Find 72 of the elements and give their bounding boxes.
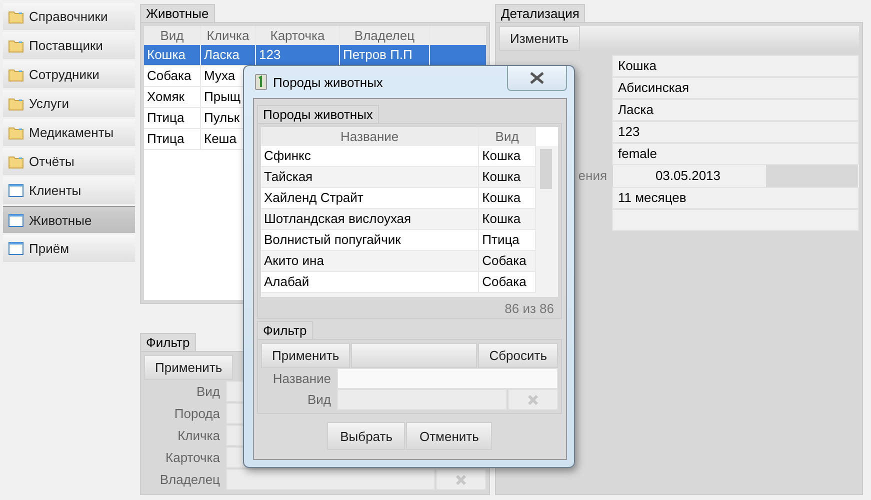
folder-icon [8,9,24,24]
app-icon [255,74,267,90]
panel-tab[interactable]: Фильтр [257,321,313,339]
edit-button[interactable]: Изменить [499,26,580,51]
folder-icon [8,38,24,53]
field-label: Карточка [164,449,221,467]
table-cell: Волнистый попугайчик [261,230,480,250]
apply-button[interactable]: Применить [261,343,350,368]
table-cell: Шотландская вислоухая [261,209,480,229]
close-button[interactable] [507,66,567,91]
field-label: Название [272,370,332,388]
table-cell: Хайленд Страйт [261,188,480,208]
panel-tab[interactable]: Породы животных [257,105,379,123]
sidebar-item[interactable]: Поставщики [3,32,135,59]
close-icon [527,394,539,406]
window-icon [8,212,24,228]
value-field[interactable]: 123 [612,121,859,143]
input-field[interactable] [337,368,558,389]
table-cell: Сфинкс [261,146,480,166]
table-cell: Птица [144,108,201,128]
scrollbar-thumb[interactable] [540,149,552,189]
field-label: Вид [306,391,332,409]
dropdown-field[interactable] [226,469,435,490]
select-button[interactable]: Выбрать [327,422,406,450]
panel-tab[interactable]: Детализация [495,4,586,22]
field-label: Кличка [176,427,221,445]
table-cell: Собака [144,66,201,86]
folder-icon [8,154,24,169]
table-cell: Кошка [144,45,201,65]
sidebar-item[interactable]: Медикаменты [3,119,135,146]
table-row[interactable]: Кошка Ласка 123 Петров П.П [144,45,486,66]
scrollbar[interactable] [536,146,558,297]
value-field[interactable]: 11 месяцев [612,187,859,209]
table-cell: Хомяк [144,87,201,107]
sidebar-item[interactable]: Приём [3,235,135,262]
panel-tab[interactable]: Животные [140,4,215,22]
folder-icon [8,125,24,140]
sidebar-item[interactable]: Сотрудники [3,61,135,88]
sidebar-item[interactable]: Отчёты [3,148,135,175]
value-field[interactable]: 03.05.2013 [612,165,859,187]
cancel-button[interactable]: Отменить [406,422,492,450]
folder-icon [8,96,24,111]
clear-button[interactable] [436,469,486,490]
window-title: Породы животных [273,74,383,90]
sidebar-item[interactable]: Справочники [3,3,135,30]
sidebar-item[interactable]: Услуги [3,90,135,117]
table-cell: Тайская [261,167,480,187]
close-icon [455,474,467,486]
value-field[interactable]: Кошка [612,55,859,77]
dropdown-field[interactable] [337,389,507,410]
value-field[interactable]: female [612,143,859,165]
table-cell: Птица [144,129,201,149]
panel-tab[interactable]: Фильтр [140,333,196,351]
reset-button[interactable]: Сбросить [478,343,558,368]
field-label: Порода [173,405,221,423]
window-icon [8,241,24,256]
folder-icon [8,67,24,82]
clear-button[interactable] [508,389,558,410]
field-label: Владелец [158,471,221,489]
sidebar-item[interactable]: Животные [3,206,135,233]
window-icon [8,183,24,198]
field-label: Вид [195,383,221,401]
apply-button[interactable]: Применить [144,355,234,380]
close-icon [529,71,545,85]
table-cell: Алабай [261,272,480,292]
value-field[interactable]: Ласка [612,99,859,121]
table-cell: Акито ина [261,251,480,271]
value-field[interactable] [612,209,859,231]
sidebar-item[interactable]: Клиенты [3,177,135,204]
record-count: 86 из 86 [504,300,555,316]
value-field[interactable]: Абисинская [612,77,859,99]
field-label: ения [578,167,608,185]
